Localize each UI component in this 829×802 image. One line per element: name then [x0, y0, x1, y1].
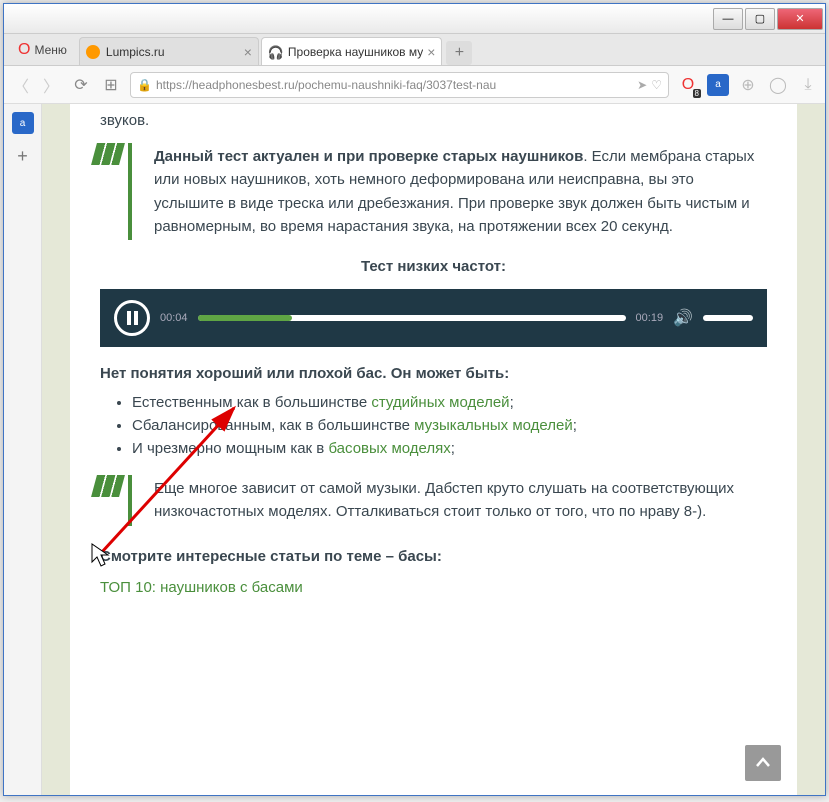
tab-close-icon[interactable]: ×	[427, 44, 435, 60]
opera-menu-button[interactable]: O Меню	[8, 35, 77, 65]
page-viewport[interactable]: звуков. Данный тест актуален и при прове…	[42, 104, 825, 795]
scroll-to-top-button[interactable]	[745, 745, 781, 781]
list-item: Естественным как в большинстве студийных…	[132, 394, 767, 411]
quote-block-2: Еще многое зависит от самой музыки. Дабс…	[128, 475, 767, 526]
link-music[interactable]: музыкальных моделей	[414, 417, 573, 434]
list-item: Сбалансированным, как в большинстве музы…	[132, 417, 767, 434]
audio-player: 00:04 00:19 🔊	[100, 289, 767, 347]
intro-fragment: звуков.	[100, 112, 767, 129]
tabstrip: O Меню Lumpics.ru × 🎧 Проверка наушников…	[4, 34, 825, 66]
translate-ext-icon[interactable]: a	[707, 74, 729, 96]
quote-block: Данный тест актуален и при проверке стар…	[128, 143, 767, 240]
menu-label: Меню	[34, 43, 66, 57]
link-studio[interactable]: студийных моделей	[371, 394, 509, 411]
article: звуков. Данный тест актуален и при прове…	[70, 104, 797, 795]
share-icon[interactable]: ➤	[637, 78, 647, 92]
pause-icon	[127, 311, 138, 325]
pause-button[interactable]	[114, 300, 150, 336]
maximize-button[interactable]: ▢	[745, 8, 775, 30]
time-total: 00:19	[636, 312, 664, 324]
tab-close-icon[interactable]: ×	[244, 44, 252, 60]
bass-heading: Нет понятия хороший или плохой бас. Он м…	[100, 365, 767, 382]
volume-icon[interactable]: 🔊	[673, 308, 693, 328]
navbar: 〈 〉 ⟳ ⊞ 🔒 https://headphonesbest.ru/poch…	[4, 66, 825, 104]
close-button[interactable]: ✕	[777, 8, 823, 30]
content-wrap: a + звуков. Данный тест актуален и при п…	[4, 104, 825, 795]
sidebar-add-icon[interactable]: +	[17, 146, 28, 167]
forward-button[interactable]: 〉	[40, 74, 62, 96]
tab-active[interactable]: 🎧 Проверка наушников му ×	[261, 37, 443, 65]
ext-badge: 8	[693, 89, 701, 98]
new-tab-button[interactable]: +	[446, 41, 472, 65]
related-link[interactable]: ТОП 10: наушников с басами	[100, 579, 303, 596]
back-button[interactable]: 〈	[10, 74, 32, 96]
url-text: https://headphonesbest.ru/pochemu-naushn…	[156, 78, 633, 92]
bass-list: Естественным как в большинстве студийных…	[100, 394, 767, 457]
related-title: Смотрите интересные статьи по теме – бас…	[100, 548, 767, 565]
tab-lumpics[interactable]: Lumpics.ru ×	[79, 37, 259, 65]
favicon-headphones: 🎧	[268, 45, 282, 59]
volume-bar[interactable]	[703, 315, 753, 321]
titlebar: — ▢ ✕	[4, 4, 825, 34]
opera-ext-icon[interactable]: O 8	[677, 74, 699, 96]
chevron-up-icon	[755, 755, 771, 771]
sidebar-translate-icon[interactable]: a	[12, 112, 34, 134]
downloads-icon[interactable]: ⤓	[797, 74, 819, 96]
favicon-lumpics	[86, 45, 100, 59]
speed-dial-button[interactable]: ⊞	[100, 74, 122, 96]
link-bass[interactable]: басовых моделях	[328, 440, 450, 457]
tab-title: Lumpics.ru	[106, 45, 240, 59]
extensions-icon[interactable]: ⊕	[737, 74, 759, 96]
address-bar[interactable]: 🔒 https://headphonesbest.ru/pochemu-naus…	[130, 72, 669, 98]
left-sidebar: a +	[4, 104, 42, 795]
quote-bold: Данный тест актуален и при проверке стар…	[154, 148, 583, 165]
seek-fill	[198, 315, 292, 321]
tab-title: Проверка наушников му	[288, 45, 423, 59]
minimize-button[interactable]: —	[713, 8, 743, 30]
test-title: Тест низких частот:	[100, 258, 767, 275]
seek-bar[interactable]	[198, 315, 626, 321]
time-current: 00:04	[160, 312, 188, 324]
lock-icon: 🔒	[137, 78, 152, 92]
bookmark-icon[interactable]: ♡	[651, 78, 662, 92]
reload-button[interactable]: ⟳	[70, 74, 92, 96]
browser-window: — ▢ ✕ O Меню Lumpics.ru × 🎧 Проверка нау…	[3, 3, 826, 796]
list-item: И чрезмерно мощным как в басовых моделях…	[132, 440, 767, 457]
profile-icon[interactable]: ◯	[767, 74, 789, 96]
quote2-text: Еще многое зависит от самой музыки. Дабс…	[154, 477, 767, 524]
opera-icon: O	[18, 41, 30, 59]
